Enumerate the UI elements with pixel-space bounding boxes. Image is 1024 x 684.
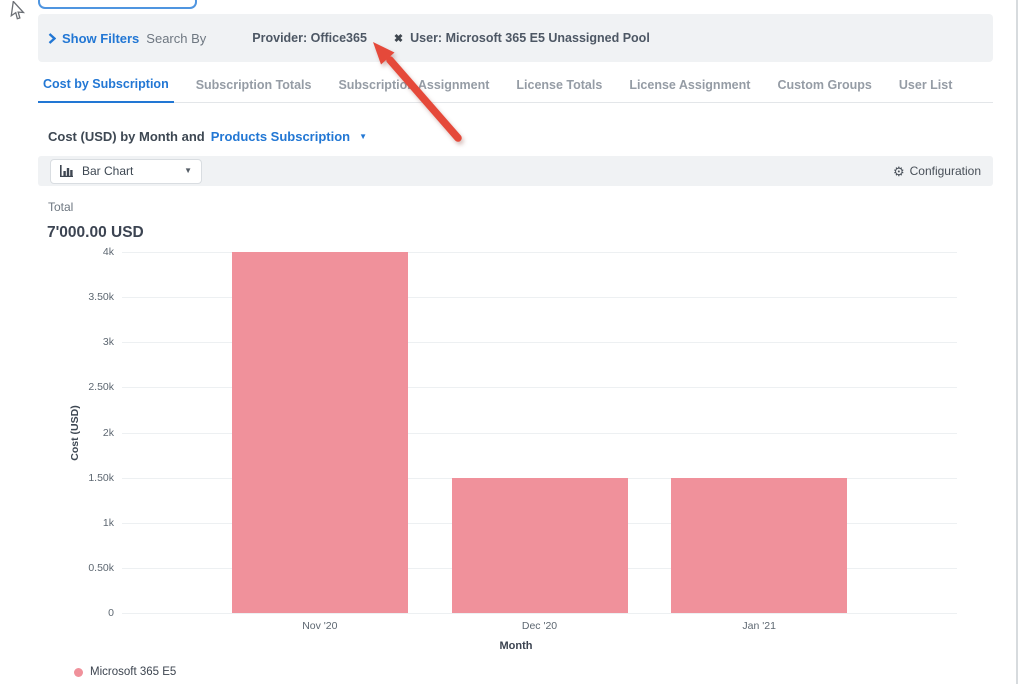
- y-tick-label: 0.50k: [88, 561, 114, 574]
- bar-nov-20[interactable]: [231, 252, 408, 613]
- search-by-label: Search By: [146, 30, 207, 46]
- page-right-border: [1016, 0, 1018, 684]
- chart-type-select[interactable]: Bar Chart ▼: [50, 158, 202, 184]
- mouse-cursor-icon: [10, 1, 26, 20]
- tab-bar: Cost by Subscription Subscription Totals S…: [38, 70, 993, 103]
- x-tick-label: Nov '20: [302, 620, 338, 632]
- tab-user-list[interactable]: User List: [894, 78, 958, 102]
- chart-toolbar: Bar Chart ▼ ⚙ Configuration: [38, 156, 993, 186]
- chart-heading-text: Cost (USD) by Month and: [48, 129, 205, 144]
- legend-label: Microsoft 365 E5: [90, 666, 177, 678]
- gridline: [122, 613, 957, 614]
- y-tick-label: 1.50k: [88, 471, 114, 484]
- y-tick-label: 0: [108, 607, 114, 619]
- x-axis-title: Month: [499, 640, 533, 652]
- tab-subscription-assignment[interactable]: Subscription Assignment: [333, 78, 494, 102]
- bar-jan-21[interactable]: [671, 477, 848, 613]
- tab-license-assignment[interactable]: License Assignment: [624, 78, 755, 102]
- legend-marker-icon: [74, 667, 83, 677]
- show-filters-label: Show Filters: [62, 30, 140, 46]
- provider-filter-chip[interactable]: Provider: Office365: [252, 31, 367, 45]
- filter-bar: Show Filters Search By Provider: Office3…: [38, 14, 993, 62]
- bar-chart-plot-area: 4k 3.50k 3k 2.50k 2k 1.50k 1k 0.50k 0 Nov '20 Dec …: [88, 246, 957, 632]
- user-filter-chip[interactable]: ✖ User: Microsoft 365 E5 Unassigned Pool: [394, 31, 650, 45]
- products-subscription-label: Products Subscription: [210, 129, 351, 144]
- caret-down-icon: ▼: [184, 166, 192, 175]
- y-tick-label: 3k: [102, 336, 114, 349]
- x-icon[interactable]: ✖: [394, 32, 403, 45]
- y-tick-label: 2.50k: [88, 381, 114, 394]
- products-subscription-dropdown[interactable]: Products Subscription ▼: [211, 129, 367, 144]
- tab-custom-groups[interactable]: Custom Groups: [772, 78, 876, 102]
- top-focused-input[interactable]: [38, 0, 197, 9]
- total-label: Total: [48, 200, 74, 214]
- configuration-label: Configuration: [909, 164, 981, 178]
- show-filters-toggle[interactable]: Show Filters: [48, 31, 139, 46]
- tab-subscription-totals[interactable]: Subscription Totals: [191, 78, 317, 102]
- y-tick-label: 1k: [102, 516, 114, 529]
- total-value: 7'000.00 USD: [47, 224, 144, 241]
- y-tick-label: 4k: [102, 246, 114, 258]
- caret-down-icon: ▼: [359, 131, 368, 141]
- configuration-button[interactable]: ⚙ Configuration: [893, 164, 981, 178]
- chart-heading: Cost (USD) by Month and Products Subscri…: [48, 129, 367, 144]
- y-tick-label: 2k: [102, 426, 114, 439]
- user-filter-label: User: Microsoft 365 E5 Unassigned Pool: [410, 31, 650, 45]
- gear-icon: ⚙: [892, 163, 905, 179]
- legend-item[interactable]: Microsoft 365 E5: [74, 666, 176, 678]
- provider-filter-label: Provider: Office365: [252, 31, 367, 45]
- tab-license-totals[interactable]: License Totals: [511, 78, 607, 102]
- tab-cost-by-subscription[interactable]: Cost by Subscription: [38, 77, 174, 103]
- x-tick-label: Jan '21: [742, 620, 776, 632]
- x-tick-label: Dec '20: [521, 620, 558, 632]
- chart-type-value: Bar Chart: [82, 164, 134, 178]
- bar-chart-icon: [60, 165, 73, 177]
- chevron-right-icon: [48, 32, 56, 44]
- bar-dec-20[interactable]: [451, 477, 628, 613]
- y-tick-label: 3.50k: [88, 291, 114, 304]
